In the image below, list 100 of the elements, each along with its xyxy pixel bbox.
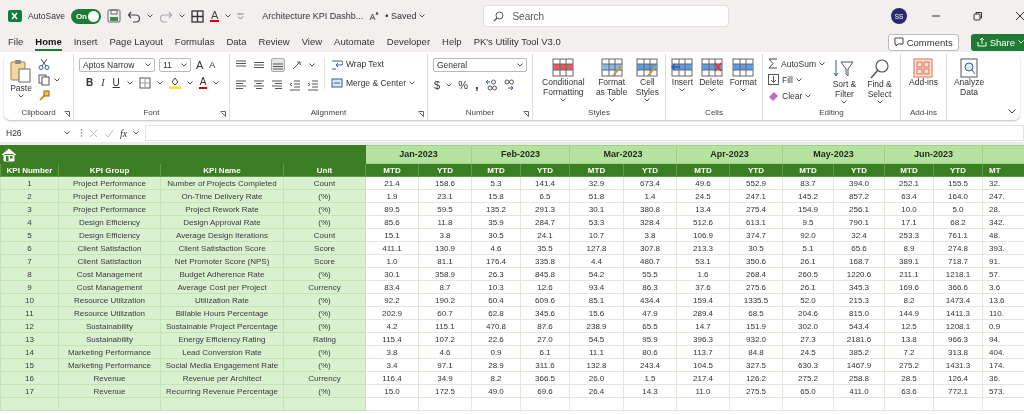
middle-align-icon[interactable]: [253, 59, 265, 71]
caret-icon: [740, 87, 747, 92]
font-color-button[interactable]: A: [209, 10, 220, 22]
table-cell: 65.0: [782, 384, 834, 398]
copy-icon[interactable]: [38, 74, 50, 86]
caret-icon: [146, 14, 153, 18]
paste-button[interactable]: Paste: [9, 58, 33, 98]
group-label: Cells: [705, 108, 723, 118]
comments-button[interactable]: Comments: [887, 33, 959, 51]
menu-tab[interactable]: Formulas: [174, 33, 215, 51]
merge-center-button[interactable]: Merge & Center: [331, 77, 415, 89]
italic-button[interactable]: I: [100, 77, 106, 88]
insert-button[interactable]: Insert: [671, 58, 694, 92]
sort-filter-button[interactable]: Sort & Filter: [829, 58, 859, 104]
format-painter-icon[interactable]: [38, 90, 50, 102]
clear-button[interactable]: Clear: [768, 90, 825, 101]
share-button[interactable]: Share: [970, 33, 1024, 51]
caret-icon: [805, 93, 812, 98]
currency-button[interactable]: $: [433, 79, 442, 91]
dialog-launcher-icon[interactable]: [418, 111, 424, 117]
increase-decimal-icon[interactable]: [484, 79, 497, 91]
table-cell: 434.4: [623, 293, 677, 307]
menu-tab[interactable]: Data: [226, 33, 247, 51]
home-icon[interactable]: [1, 147, 17, 162]
delete-button[interactable]: Delete: [699, 58, 724, 92]
fill-button[interactable]: Fill: [768, 74, 825, 85]
menu-tab[interactable]: Automate: [334, 33, 375, 51]
fill-color-icon[interactable]: [168, 76, 181, 89]
underline-button[interactable]: U: [111, 77, 121, 88]
conditional-formatting-button[interactable]: Conditional Formatting: [538, 58, 589, 102]
cell-styles-button[interactable]: Cell Styles: [634, 58, 660, 102]
restore-icon[interactable]: [973, 11, 983, 21]
bottom-align-icon[interactable]: [271, 58, 285, 72]
shrink-font-button[interactable]: A: [208, 60, 217, 70]
dialog-launcher-icon[interactable]: [220, 111, 226, 117]
menu-tab[interactable]: Insert: [73, 33, 98, 51]
increase-indent-icon[interactable]: [307, 79, 319, 91]
align-left-icon[interactable]: [235, 79, 247, 91]
font-name-field[interactable]: Aptos Narrow: [79, 58, 155, 72]
undo-icon[interactable]: [126, 9, 141, 23]
number-format-field[interactable]: General: [433, 58, 527, 72]
caret-icon: [54, 78, 60, 82]
autosum-button[interactable]: AutoSum: [768, 58, 825, 69]
save-icon[interactable]: [106, 9, 121, 23]
dialog-launcher-icon[interactable]: [64, 111, 70, 117]
table-cell: 151.9: [729, 319, 783, 333]
caret-icon: [708, 87, 715, 92]
borders-icon[interactable]: [190, 9, 204, 23]
table-cell: 59.5: [418, 202, 472, 216]
table-cell: 51.8: [569, 189, 624, 203]
table-cell: 247.1: [729, 189, 783, 203]
find-select-button[interactable]: Find & Select: [864, 58, 895, 104]
table-cell: 10.3: [471, 280, 521, 294]
bold-button[interactable]: B: [85, 77, 95, 88]
group-label: Alignment: [310, 108, 347, 118]
comma-style-button[interactable]: ,: [473, 80, 480, 90]
orientation-icon[interactable]: [291, 59, 303, 71]
percent-button[interactable]: %: [457, 79, 469, 91]
menu-tab[interactable]: Help: [442, 33, 462, 51]
table-cell: 84.8: [729, 345, 783, 359]
save-status[interactable]: • Saved: [385, 11, 426, 21]
decrease-decimal-icon[interactable]: [501, 79, 514, 91]
table-cell: 328.4: [623, 215, 677, 229]
autosave-toggle[interactable]: On: [70, 8, 101, 24]
table-cell: 106.9: [676, 228, 730, 242]
cut-icon[interactable]: [38, 58, 50, 70]
table-cell: 243.4: [623, 358, 677, 372]
align-right-icon[interactable]: [271, 79, 283, 91]
table-cell: 4.4: [569, 254, 624, 268]
format-as-table-button[interactable]: Format as Table: [593, 58, 630, 102]
autosave-label: AutoSave: [28, 11, 65, 21]
table-cell: 480.7: [623, 254, 677, 268]
wrap-text-button[interactable]: Wrap Text: [331, 58, 415, 70]
close-icon[interactable]: [1015, 11, 1024, 21]
table-cell: 30.5: [729, 241, 783, 255]
table-cell: 4.6: [471, 241, 521, 255]
menu-tab[interactable]: File: [8, 33, 24, 51]
table-cell: 258.8: [833, 371, 885, 385]
dialog-launcher-icon[interactable]: [523, 111, 529, 117]
analyze-data-icon: [959, 58, 979, 78]
formula-input[interactable]: [145, 125, 1024, 141]
font-size-field[interactable]: 11: [159, 58, 191, 72]
format-button[interactable]: Format: [729, 58, 757, 92]
analyze-data-button[interactable]: Analyze Data: [952, 58, 986, 98]
menu-tab[interactable]: Home: [35, 33, 62, 51]
font-color-button[interactable]: A: [198, 76, 208, 89]
menu-tab[interactable]: Developer: [386, 33, 431, 51]
align-center-icon[interactable]: [253, 79, 265, 91]
menu-tab[interactable]: Review: [258, 33, 290, 51]
menu-tab[interactable]: PK's Utility Tool V3.0: [473, 33, 561, 51]
menu-tab[interactable]: Page Layout: [109, 33, 163, 51]
decrease-indent-icon[interactable]: [289, 79, 301, 91]
collapse-ribbon-icon[interactable]: [1008, 109, 1016, 114]
menu-tab[interactable]: View: [301, 33, 323, 51]
share-icon: [976, 37, 987, 47]
search-field[interactable]: Search: [483, 5, 730, 27]
add-ins-button[interactable]: Add-ins: [909, 58, 938, 88]
insert-function-button[interactable]: fx: [120, 127, 128, 139]
grow-font-button[interactable]: A: [195, 59, 205, 71]
table-cell: 93.4: [569, 280, 624, 294]
